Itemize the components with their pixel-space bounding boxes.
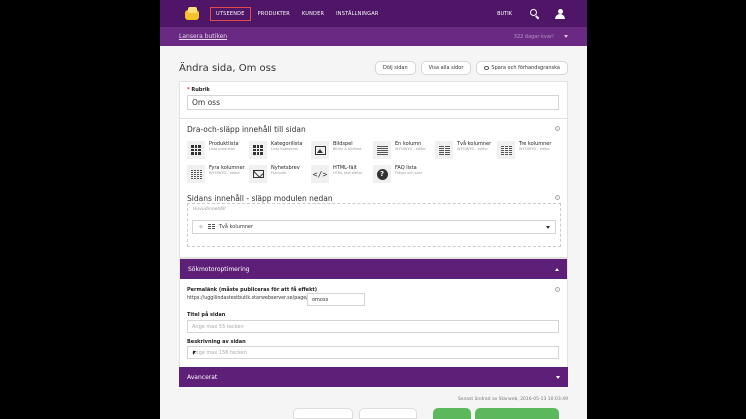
nav-item-produkter[interactable]: PRODUKTER xyxy=(253,8,295,20)
show-all-pages-button[interactable]: Visa alla sidor xyxy=(420,61,472,75)
advanced-title: Avancerat xyxy=(187,373,218,381)
two-columns-icon xyxy=(207,224,215,230)
module-produktlista[interactable]: Produktlista Lista produkter xyxy=(187,141,239,159)
module-bildspel[interactable]: Bildspel Bilder & bildtext xyxy=(311,141,361,159)
module-fyra-kolumner[interactable]: Fyra kolumner WYSIWYG - editor xyxy=(187,165,245,183)
seo-section: Sökmotoroptimering Permalänk (måste publ… xyxy=(179,258,568,368)
chevron-up-icon[interactable] xyxy=(555,267,559,271)
search-icon[interactable] xyxy=(530,9,540,20)
page-content-title: Sidans innehåll - släpp modulen nedan xyxy=(187,194,333,203)
eye-icon xyxy=(484,66,490,70)
content-module-name: Två kolumner xyxy=(218,224,254,230)
module-subtitle: WYSIWYG - editor xyxy=(209,171,240,175)
chevron-down-icon[interactable] xyxy=(556,375,560,379)
bottom-button[interactable] xyxy=(293,408,353,419)
info-icon[interactable]: i xyxy=(555,195,560,200)
save-preview-button[interactable]: Spara och förhandsgranska xyxy=(476,61,568,75)
module-subtitle: Frågor och svar xyxy=(395,171,423,175)
info-icon[interactable]: i xyxy=(555,126,560,131)
last-changed-text: Senast ändrad av Starweb, 2016-05-13 10:… xyxy=(457,397,568,402)
page-header: Ändra sida, Om oss Dölj sidan Visa alla … xyxy=(160,53,587,83)
module-subtitle: WYSIWYG - editor xyxy=(395,147,426,151)
module-tva-kolumner[interactable]: Två kolumner WYSIWYG - editor xyxy=(435,141,491,159)
module-nyhetsbrev[interactable]: Nyhetsbrev Formulär xyxy=(249,165,300,183)
module-faq-lista[interactable]: ? FAQ lista Frågor och svar xyxy=(373,165,422,183)
module-tre-kolumner[interactable]: Tre kolumner WYSIWYG - editor xyxy=(497,141,551,159)
image-icon xyxy=(311,141,329,159)
description-label: Beskrivning av sidan xyxy=(187,339,246,345)
launch-store-link[interactable]: Lansera butiken xyxy=(179,33,227,40)
one-column-icon xyxy=(373,141,391,159)
move-handle-icon[interactable]: + xyxy=(198,223,204,231)
module-subtitle: WYSIWYG - editor xyxy=(519,147,550,151)
four-columns-icon xyxy=(187,165,205,183)
module-subtitle: Bilder & bildtext xyxy=(333,147,362,151)
advanced-header-bar[interactable]: Avancerat xyxy=(179,367,568,387)
seo-title: Sökmotoroptimering xyxy=(188,265,250,273)
page-title-label: Titel på sidan xyxy=(187,312,226,318)
description-input[interactable]: Ange max 156 tecken xyxy=(187,346,559,359)
content-builder-card: Dra-och-släpp innehåll till sidan i Prod… xyxy=(179,118,568,258)
code-icon: </> xyxy=(311,165,329,183)
envelope-icon xyxy=(249,165,267,183)
module-kategorilista[interactable]: Kategorilista Lista Kategorier xyxy=(249,141,302,159)
nav-item-utseende[interactable]: UTSEENDE xyxy=(210,6,251,21)
module-html-falt[interactable]: </> HTML-fält HTML text-editor xyxy=(311,165,362,183)
header-buttons: Dölj sidan Visa alla sidor Spara och för… xyxy=(370,61,568,75)
permalink-label: Permalänk (måste publiceras för att få e… xyxy=(187,287,318,293)
rubrik-input[interactable]: Om oss xyxy=(187,95,559,110)
two-columns-icon xyxy=(435,141,453,159)
save-preview-label: Spara och förhandsgranska xyxy=(491,65,560,71)
three-columns-icon xyxy=(497,141,515,159)
module-en-kolumn[interactable]: En kolumn WYSIWYG - editor xyxy=(373,141,426,159)
module-subtitle: Formulär xyxy=(271,171,287,175)
drag-drop-title: Dra-och-släpp innehåll till sidan xyxy=(187,125,306,134)
mouse-cursor-icon xyxy=(193,351,196,355)
seo-header-bar[interactable]: Sökmotoroptimering xyxy=(180,259,567,279)
content-module-item[interactable]: + Två kolumner xyxy=(192,220,556,234)
app-window: UTSEENDE PRODUKTER KUNDER INSTÄLLNINGAR … xyxy=(160,0,587,419)
page-title: Ändra sida, Om oss xyxy=(179,62,277,74)
permalink-prefix: https://uggilindastestbutik.starwebserve… xyxy=(187,296,308,301)
required-mark: * xyxy=(187,87,190,93)
module-subtitle: Lista produkter xyxy=(209,147,236,151)
rubrik-label: * Rubrik xyxy=(187,87,210,93)
days-left-text: 322 dagar kvar! xyxy=(513,33,554,40)
bottom-actions xyxy=(160,408,587,419)
module-subtitle: Lista Kategorier xyxy=(271,147,299,151)
rubrik-label-text: Rubrik xyxy=(191,87,210,93)
top-navigation: UTSEENDE PRODUKTER KUNDER INSTÄLLNINGAR … xyxy=(160,0,587,27)
grid-icon xyxy=(187,141,205,159)
module-grid: Produktlista Lista produkter Kategorilist… xyxy=(187,141,561,185)
logo-icon[interactable] xyxy=(185,6,199,21)
bottom-button-green[interactable] xyxy=(433,408,471,419)
grid-icon xyxy=(249,141,267,159)
nav-item-butik[interactable]: BUTIK xyxy=(497,11,512,17)
chevron-down-icon[interactable] xyxy=(564,35,568,38)
bottom-button[interactable] xyxy=(359,408,417,419)
question-icon: ? xyxy=(373,165,391,183)
permalink-input[interactable]: omoss xyxy=(307,293,365,306)
nav-item-kunder[interactable]: KUNDER xyxy=(297,8,329,20)
page-title-input[interactable]: Ange max 55 tecken xyxy=(187,320,559,333)
chevron-down-icon[interactable] xyxy=(546,225,550,229)
rubrik-card: * Rubrik Om oss xyxy=(179,81,568,119)
module-subtitle: HTML text-editor xyxy=(333,171,363,175)
hide-page-button[interactable]: Dölj sidan xyxy=(374,61,416,75)
info-icon[interactable]: i xyxy=(555,287,560,292)
launch-bar: Lansera butiken 322 dagar kvar! xyxy=(160,27,587,46)
module-subtitle: WYSIWYG - editor xyxy=(457,147,488,151)
save-button[interactable] xyxy=(475,408,559,419)
drop-zone-label: Huvudinnehåll xyxy=(193,207,226,212)
nav-item-installningar[interactable]: INSTÄLLNINGAR xyxy=(331,8,383,20)
nav-right: BUTIK xyxy=(497,8,579,20)
drop-zone[interactable]: Huvudinnehåll + Två kolumner xyxy=(187,203,561,247)
user-icon[interactable] xyxy=(555,8,565,19)
